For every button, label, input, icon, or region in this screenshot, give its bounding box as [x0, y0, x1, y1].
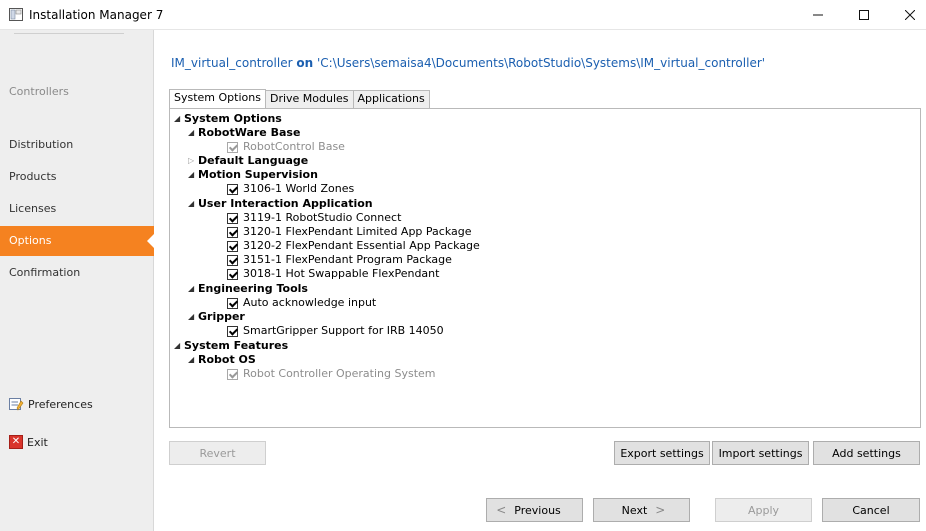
tree-label: User Interaction Application	[198, 197, 373, 210]
sidebar-item-products[interactable]: Products	[0, 162, 154, 192]
controller-header: IM_virtual_controller on 'C:\Users\semai…	[171, 56, 765, 70]
next-button[interactable]: Next >	[593, 498, 690, 522]
tree-node-default-language[interactable]: ▷ Default Language	[188, 154, 308, 168]
tab-system-options[interactable]: System Options	[169, 89, 266, 109]
sidebar-item-options[interactable]: Options	[0, 226, 155, 256]
close-button[interactable]	[887, 0, 926, 30]
next-label: Next	[621, 503, 648, 517]
option-label: Robot Controller Operating System	[243, 367, 436, 380]
checkbox-checked[interactable]	[227, 254, 238, 266]
checkbox-checked[interactable]	[227, 325, 238, 337]
option-label: 3106-1 World Zones	[243, 182, 355, 195]
previous-button[interactable]: < Previous	[486, 498, 583, 522]
tree-label: Engineering Tools	[198, 282, 308, 295]
tree-label: RobotWare Base	[198, 126, 301, 139]
option-smartgripper[interactable]: SmartGripper Support for IRB 14050	[227, 324, 444, 338]
title-bar: Installation Manager 7	[0, 0, 926, 30]
option-label: 3018-1 Hot Swappable FlexPendant	[243, 267, 440, 280]
tree-node-gripper[interactable]: ◢ Gripper	[188, 310, 245, 324]
chevron-right-icon: >	[655, 503, 666, 517]
option-label: 3119-1 RobotStudio Connect	[243, 211, 402, 224]
tree-label: System Features	[184, 339, 289, 352]
tree-node-system-features[interactable]: ◢ System Features	[174, 339, 288, 353]
expanded-arrow-icon[interactable]: ◢	[188, 310, 198, 324]
tab-drive-modules[interactable]: Drive Modules	[264, 90, 354, 108]
tree-node-engineering-tools[interactable]: ◢ Engineering Tools	[188, 282, 308, 296]
add-settings-button[interactable]: Add settings	[813, 441, 920, 465]
window-title: Installation Manager 7	[29, 8, 164, 22]
sidebar-item-licenses[interactable]: Licenses	[0, 194, 154, 224]
app-icon	[9, 8, 23, 21]
checkbox-checked[interactable]	[227, 183, 238, 195]
checkbox-checked-disabled	[227, 141, 238, 153]
option-label: 3120-1 FlexPendant Limited App Package	[243, 225, 472, 238]
tree-node-robot-os[interactable]: ◢ Robot OS	[188, 353, 256, 367]
option-flexpendant-program[interactable]: 3151-1 FlexPendant Program Package	[227, 253, 452, 267]
controller-name: IM_virtual_controller	[171, 56, 293, 70]
checkbox-checked[interactable]	[227, 268, 238, 280]
checkbox-checked[interactable]	[227, 240, 238, 252]
expanded-arrow-icon[interactable]: ◢	[188, 282, 198, 296]
apply-button[interactable]: Apply	[715, 498, 812, 522]
collapsed-arrow-icon[interactable]: ▷	[188, 154, 198, 168]
tab-applications[interactable]: Applications	[352, 90, 430, 108]
export-settings-button[interactable]: Export settings	[614, 441, 710, 465]
checkbox-checked[interactable]	[227, 212, 238, 224]
checkbox-checked[interactable]	[227, 226, 238, 238]
sidebar-item-distribution[interactable]: Distribution	[0, 130, 154, 160]
preferences-button[interactable]: Preferences	[9, 397, 93, 411]
sidebar-divider	[14, 33, 124, 34]
exit-button[interactable]: ✕ Exit	[9, 435, 48, 449]
option-flexpendant-essential[interactable]: 3120-2 FlexPendant Essential App Package	[227, 239, 480, 253]
exit-label: Exit	[27, 435, 48, 449]
option-label: 3120-2 FlexPendant Essential App Package	[243, 239, 480, 252]
minimize-button[interactable]	[795, 0, 841, 30]
sidebar-item-controllers[interactable]: Controllers	[0, 77, 154, 107]
tree-label: Motion Supervision	[198, 168, 318, 181]
expanded-arrow-icon[interactable]: ◢	[188, 126, 198, 140]
tree-node-robotware-base[interactable]: ◢ RobotWare Base	[188, 126, 300, 140]
tree-node-motion-supervision[interactable]: ◢ Motion Supervision	[188, 168, 318, 182]
expanded-arrow-icon[interactable]: ◢	[188, 353, 198, 367]
expanded-arrow-icon[interactable]: ◢	[188, 197, 198, 211]
tree-label: System Options	[184, 112, 282, 125]
tree-label: Gripper	[198, 310, 245, 323]
option-label: Auto acknowledge input	[243, 296, 377, 309]
option-robot-controller-os: Robot Controller Operating System	[227, 367, 436, 381]
tree-label: Default Language	[198, 154, 309, 167]
expanded-arrow-icon[interactable]: ◢	[174, 339, 184, 353]
header-on-label: on	[296, 56, 314, 70]
option-auto-acknowledge[interactable]: Auto acknowledge input	[227, 296, 376, 310]
maximize-button[interactable]	[841, 0, 887, 30]
option-label: RobotControl Base	[243, 140, 345, 153]
sidebar-item-confirmation[interactable]: Confirmation	[0, 258, 154, 288]
checkbox-checked[interactable]	[227, 297, 238, 309]
tree-label: Robot OS	[198, 353, 256, 366]
option-label: SmartGripper Support for IRB 14050	[243, 324, 444, 337]
option-label: 3151-1 FlexPendant Program Package	[243, 253, 452, 266]
options-tabs: System Options Drive Modules Application…	[169, 89, 430, 109]
revert-button[interactable]: Revert	[169, 441, 266, 465]
option-robotstudio-connect[interactable]: 3119-1 RobotStudio Connect	[227, 211, 401, 225]
checkbox-checked-disabled	[227, 368, 238, 380]
expanded-arrow-icon[interactable]: ◢	[188, 168, 198, 182]
expanded-arrow-icon[interactable]: ◢	[174, 112, 184, 126]
option-hot-swappable[interactable]: 3018-1 Hot Swappable FlexPendant	[227, 267, 439, 281]
options-tree: ◢ System Options ◢ RobotWare Base RobotC…	[169, 108, 921, 428]
option-robotcontrol-base: RobotControl Base	[227, 140, 345, 154]
option-world-zones[interactable]: 3106-1 World Zones	[227, 182, 354, 196]
tree-node-user-interaction[interactable]: ◢ User Interaction Application	[188, 197, 373, 211]
preferences-icon	[9, 397, 24, 411]
option-flexpendant-limited[interactable]: 3120-1 FlexPendant Limited App Package	[227, 225, 472, 239]
exit-icon: ✕	[9, 435, 23, 449]
preferences-label: Preferences	[28, 397, 93, 411]
previous-label: Previous	[514, 503, 561, 517]
tree-node-system-options[interactable]: ◢ System Options	[174, 112, 282, 126]
sidebar: Controllers Distribution Products Licens…	[0, 30, 155, 531]
chevron-left-icon: <	[496, 503, 507, 517]
controller-path: 'C:\Users\semaisa4\Documents\RobotStudio…	[316, 56, 766, 70]
import-settings-button[interactable]: Import settings	[712, 441, 809, 465]
cancel-button[interactable]: Cancel	[822, 498, 920, 522]
